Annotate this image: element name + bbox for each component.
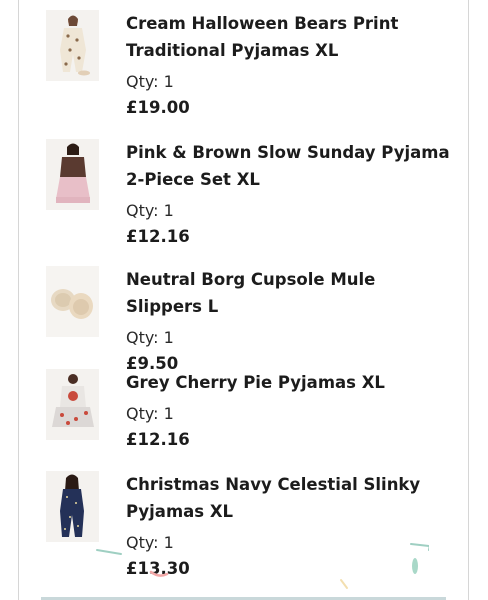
- quantity-label: Qty: 1: [126, 201, 174, 220]
- quantity-label: Qty: 1: [126, 72, 174, 91]
- price-label: £13.30: [126, 559, 190, 578]
- product-name[interactable]: Grey Cherry Pie Pyjamas XL: [126, 369, 456, 396]
- product-name[interactable]: Cream Halloween Bears Print Traditional …: [126, 10, 456, 64]
- navy-celestial-pyjamas-photo-icon: [46, 471, 99, 542]
- price-label: £19.00: [126, 98, 190, 117]
- product-thumbnail[interactable]: [46, 471, 99, 542]
- product-name[interactable]: Neutral Borg Cupsole Mule Slippers L: [126, 266, 456, 320]
- grey-cherry-pie-pyjamas-photo-icon: [46, 369, 99, 440]
- borg-slippers-photo-icon: [46, 266, 99, 337]
- price-label: £12.16: [126, 430, 190, 449]
- price-label: £12.16: [126, 227, 190, 246]
- cream-bears-pyjamas-photo-icon: [46, 10, 99, 81]
- product-thumbnail[interactable]: [46, 266, 99, 337]
- pink-brown-pyjama-photo-icon: [46, 139, 99, 210]
- product-thumbnail[interactable]: [46, 369, 99, 440]
- product-name[interactable]: Pink & Brown Slow Sunday Pyjama 2-Piece …: [126, 139, 456, 193]
- product-name[interactable]: Christmas Navy Celestial Slinky Pyjamas …: [126, 471, 456, 525]
- quantity-label: Qty: 1: [126, 533, 174, 552]
- order-items-panel: Cream Halloween Bears Print Traditional …: [18, 0, 469, 600]
- quantity-label: Qty: 1: [126, 404, 174, 423]
- quantity-label: Qty: 1: [126, 328, 174, 347]
- product-thumbnail[interactable]: [46, 10, 99, 81]
- product-thumbnail[interactable]: [46, 139, 99, 210]
